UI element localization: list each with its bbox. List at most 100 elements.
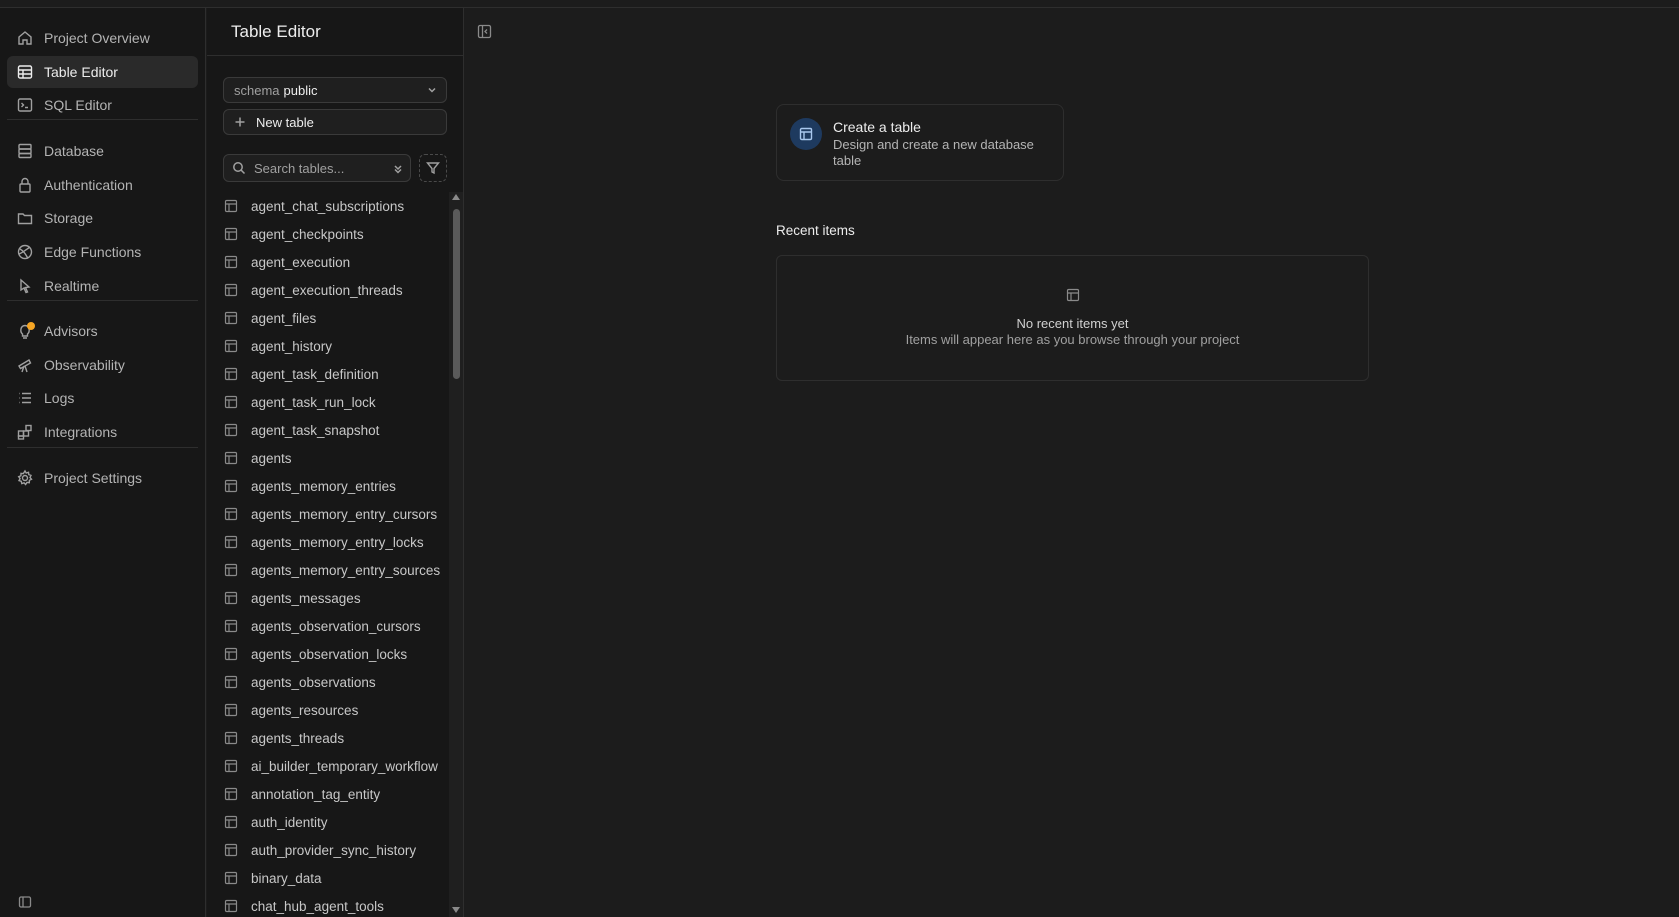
table-list-item[interactable]: agents_observation_cursors [207, 612, 447, 640]
table-list-item[interactable]: auth_identity [207, 808, 447, 836]
scroll-thumb[interactable] [453, 209, 460, 379]
scroll-down-arrow[interactable] [452, 907, 460, 913]
table-icon [224, 787, 238, 801]
create-table-description: Design and create a new database table [833, 137, 1034, 168]
table-name: agents_resources [251, 702, 359, 718]
table-list-item[interactable]: agents_memory_entry_sources [207, 556, 447, 584]
nav-item-logs[interactable]: Logs [7, 382, 198, 414]
nav-item-sql-editor[interactable]: SQL Editor [7, 89, 198, 121]
schema-select[interactable]: schema public [223, 77, 447, 103]
table-list-item[interactable]: agents_messages [207, 584, 447, 612]
nav-item-label: Logs [44, 390, 75, 406]
table-editor-panel: Table Editor schema public New table age… [207, 8, 464, 917]
table-list: agent_chat_subscriptions agent_checkpoint… [207, 192, 447, 917]
gear-icon [16, 469, 34, 487]
table-name: agents_memory_entry_sources [251, 562, 441, 578]
plus-icon [234, 116, 246, 128]
table-icon [224, 703, 238, 717]
nav-item-table-editor[interactable]: Table Editor [7, 56, 198, 88]
table-list-item[interactable]: agent_task_run_lock [207, 388, 447, 416]
nav-item-realtime[interactable]: Realtime [7, 270, 198, 302]
table-list-item[interactable]: agents_memory_entries [207, 472, 447, 500]
table-list-item[interactable]: agents_memory_entry_cursors [207, 500, 447, 528]
table-name: agents_threads [251, 730, 345, 746]
table-list-item[interactable]: agent_task_snapshot [207, 416, 447, 444]
new-table-button[interactable]: New table [223, 109, 447, 135]
schema-label: schema [234, 82, 280, 98]
toggle-sidebar-icon[interactable] [477, 24, 492, 39]
scroll-up-arrow[interactable] [452, 194, 460, 200]
database-icon [16, 142, 34, 160]
table-name: auth_identity [251, 814, 328, 830]
table-list-item[interactable]: agent_execution [207, 248, 447, 276]
filter-button[interactable] [419, 154, 447, 182]
table-list-item[interactable]: binary_data [207, 864, 447, 892]
table-icon [224, 591, 238, 605]
table-list-item[interactable]: agent_files [207, 304, 447, 332]
nav-item-label: Table Editor [44, 64, 118, 80]
collapse-nav-icon[interactable] [18, 895, 32, 909]
table-list-item[interactable]: chat_hub_agent_tools [207, 892, 447, 917]
schema-value: public [283, 82, 318, 98]
nav-item-authentication[interactable]: Authentication [7, 169, 198, 201]
telescope-icon [16, 356, 34, 374]
table-name: annotation_tag_entity [251, 786, 381, 802]
table-list-item[interactable]: agent_execution_threads [207, 276, 447, 304]
nav-item-project-settings[interactable]: Project Settings [7, 462, 198, 494]
table-list-item[interactable]: ai_builder_temporary_workflow [207, 752, 447, 780]
main-nav: Project Overview Table Editor SQL Editor… [0, 8, 206, 917]
nav-divider [7, 447, 198, 448]
lock-icon [16, 176, 34, 194]
nav-item-project-overview[interactable]: Project Overview [7, 22, 198, 54]
nav-item-label: Edge Functions [44, 244, 142, 260]
table-icon [224, 815, 238, 829]
table-name: agent_execution [251, 254, 351, 270]
nav-item-advisors[interactable]: Advisors [7, 315, 198, 347]
table-icon [224, 479, 238, 493]
cursor-icon [16, 277, 34, 295]
table-name: agents_observation_locks [251, 646, 408, 662]
table-list-item[interactable]: agents_resources [207, 696, 447, 724]
table-list-item[interactable]: agents [207, 444, 447, 472]
table-name: agents_observation_cursors [251, 618, 421, 634]
table-name: chat_hub_agent_tools [251, 898, 384, 914]
table-list-item[interactable]: agents_observations [207, 668, 447, 696]
table-list-item[interactable]: auth_provider_sync_history [207, 836, 447, 864]
nav-item-database[interactable]: Database [7, 135, 198, 167]
create-table-card[interactable]: Create a table Design and create a new d… [776, 104, 1064, 181]
nav-item-edge-functions[interactable]: Edge Functions [7, 236, 198, 268]
nav-item-storage[interactable]: Storage [7, 202, 198, 234]
table-icon [224, 535, 238, 549]
table-list-item[interactable]: agent_task_definition [207, 360, 447, 388]
nav-item-label: Project Settings [44, 470, 143, 486]
chevrons-down-icon[interactable] [392, 162, 404, 174]
filter-icon [426, 162, 440, 175]
search-input[interactable] [254, 160, 384, 176]
create-table-badge [790, 118, 822, 150]
table-list-item[interactable]: agents_threads [207, 724, 447, 752]
table-icon [1066, 288, 1080, 302]
table-list-item[interactable]: agents_observation_locks [207, 640, 447, 668]
table-name: agents_memory_entry_locks [251, 534, 424, 550]
table-list-item[interactable]: agents_memory_entry_locks [207, 528, 447, 556]
empty-state-description: Items will appear here as you browse thr… [905, 332, 1240, 347]
table-icon [224, 451, 238, 465]
nav-item-label: Authentication [44, 177, 133, 193]
table-list-item[interactable]: annotation_tag_entity [207, 780, 447, 808]
top-bar [0, 0, 1679, 8]
nav-item-label: SQL Editor [44, 97, 112, 113]
table-name: ai_builder_temporary_workflow [251, 758, 438, 774]
table-icon [224, 423, 238, 437]
table-list-item[interactable]: agent_history [207, 332, 447, 360]
panel-divider [207, 55, 464, 56]
table-icon [224, 843, 238, 857]
table-list-item[interactable]: agent_chat_subscriptions [207, 192, 447, 220]
nav-item-integrations[interactable]: Integrations [7, 416, 198, 448]
table-icon [224, 871, 238, 885]
table-list-item[interactable]: agent_checkpoints [207, 220, 447, 248]
table-list-scrollbar[interactable] [449, 192, 463, 917]
nav-item-observability[interactable]: Observability [7, 349, 198, 381]
table-icon [224, 563, 238, 577]
home-icon [16, 29, 34, 47]
table-icon [16, 63, 34, 81]
